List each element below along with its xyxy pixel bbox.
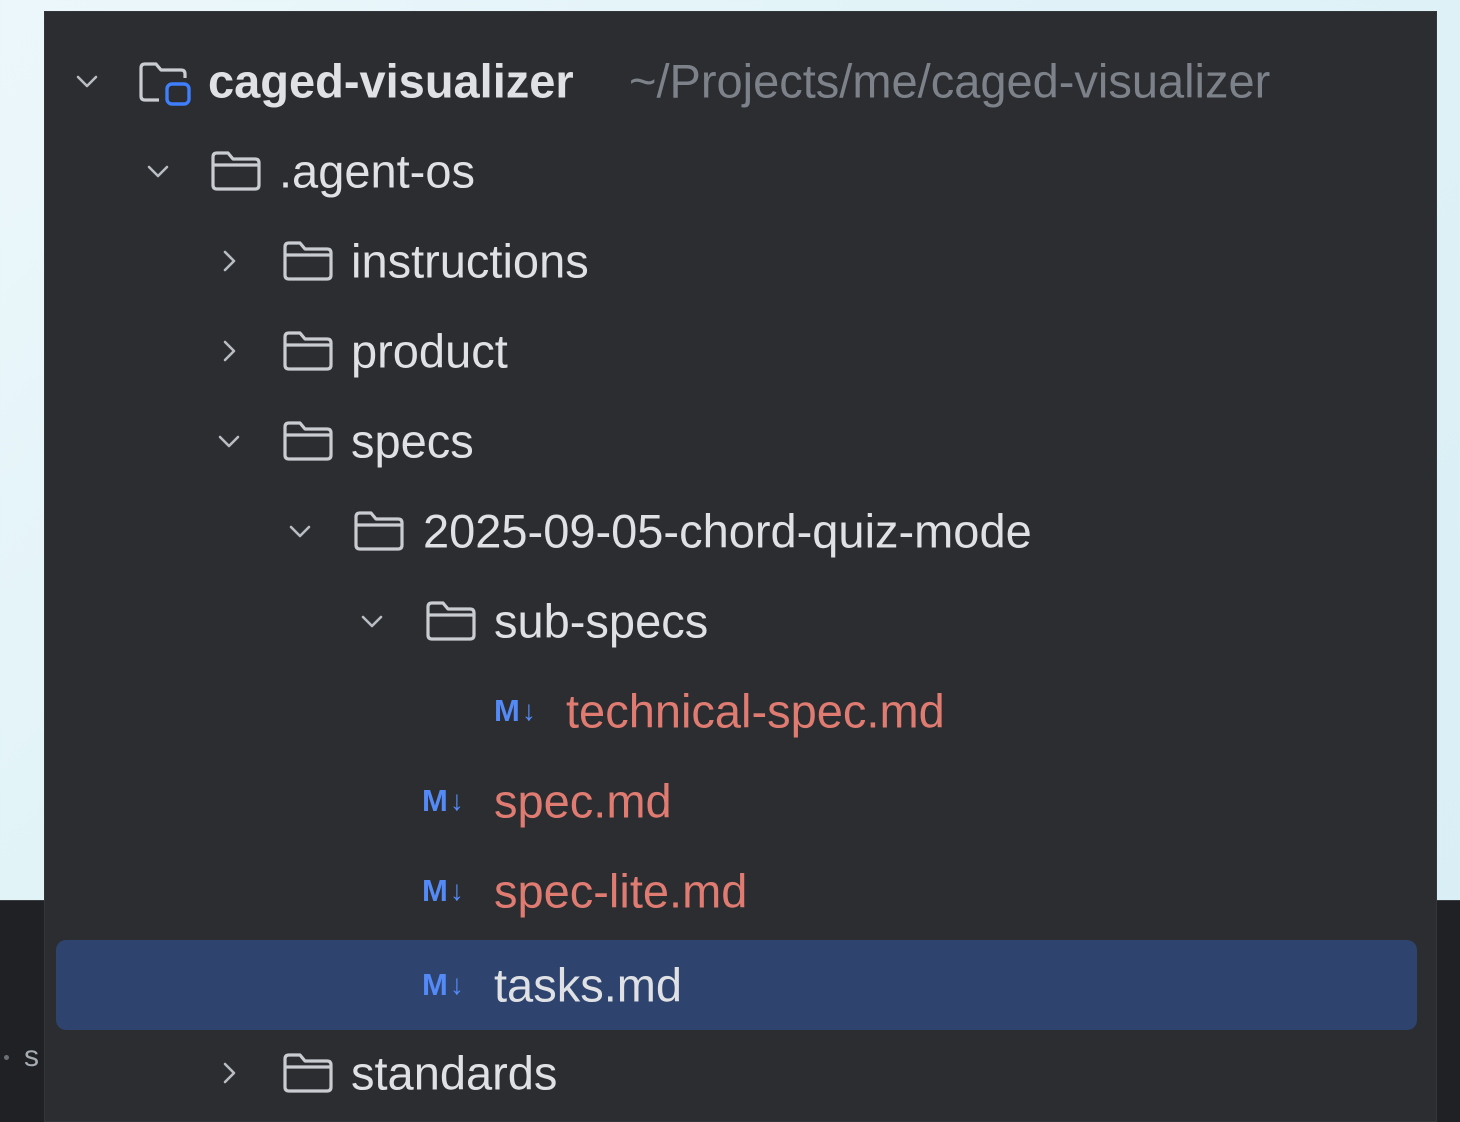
tree-item-label: .agent-os [279, 144, 475, 198]
markdown-file-icon: M ↓ [494, 691, 537, 731]
root-project-path: ~/Projects/me/caged-visualizer [629, 54, 1271, 108]
markdown-file-icon: M ↓ [422, 965, 465, 1005]
tree-item-label: instructions [351, 234, 589, 288]
markdown-icon-arrow: ↓ [521, 695, 537, 726]
background-partial-label: s [24, 1040, 39, 1073]
tree-item-label: technical-spec.md [566, 684, 945, 738]
markdown-file-icon: M ↓ [422, 871, 465, 911]
chevron-down-icon[interactable] [358, 607, 386, 635]
tree-item-label: product [351, 324, 508, 378]
background-dot [4, 1055, 9, 1060]
tree-item-agent-os[interactable]: .agent-os [45, 126, 1436, 216]
tree-item-spec[interactable]: M ↓ spec.md [45, 756, 1436, 846]
folder-icon [423, 598, 479, 644]
chevron-down-icon[interactable] [73, 67, 101, 95]
project-tree-panel: caged-visualizer ~/Projects/me/caged-vis… [45, 12, 1436, 1121]
tree-item-product[interactable]: product [45, 306, 1436, 396]
tree-item-label: specs [351, 414, 474, 468]
chevron-down-icon[interactable] [286, 517, 314, 545]
markdown-file-icon: M ↓ [422, 781, 465, 821]
chevron-down-icon[interactable] [215, 427, 243, 455]
markdown-icon-arrow: ↓ [449, 875, 465, 906]
markdown-icon-arrow: ↓ [449, 785, 465, 816]
markdown-icon-letter: M [422, 967, 449, 1002]
tree-item-sub-specs[interactable]: sub-specs [45, 576, 1436, 666]
folder-icon [208, 148, 264, 194]
tree-item-tasks-selected[interactable]: M ↓ tasks.md [56, 940, 1417, 1030]
module-folder-icon [137, 58, 193, 106]
markdown-icon-arrow: ↓ [449, 969, 465, 1000]
folder-icon [351, 508, 407, 554]
tree-item-label: tasks.md [494, 958, 683, 1012]
tree-item-chord-quiz-mode[interactable]: 2025-09-05-chord-quiz-mode [45, 486, 1436, 576]
tree-item-spec-lite[interactable]: M ↓ spec-lite.md [45, 846, 1436, 936]
tree-item-label: sub-specs [494, 594, 709, 648]
tree-item-technical-spec[interactable]: M ↓ technical-spec.md [45, 666, 1436, 756]
folder-icon [280, 328, 336, 374]
markdown-icon-letter: M [422, 873, 449, 908]
tree-item-instructions[interactable]: instructions [45, 216, 1436, 306]
tree-item-specs[interactable]: specs [45, 396, 1436, 486]
chevron-down-icon[interactable] [144, 157, 172, 185]
chevron-right-icon[interactable] [215, 1059, 243, 1087]
chevron-right-icon[interactable] [215, 337, 243, 365]
tree-item-standards[interactable]: standards [45, 1028, 1436, 1118]
tree-root-item[interactable]: caged-visualizer ~/Projects/me/caged-vis… [45, 36, 1436, 126]
folder-icon [280, 238, 336, 284]
tree-item-label: standards [351, 1046, 558, 1100]
folder-icon [280, 1050, 336, 1096]
root-project-name: caged-visualizer [208, 54, 574, 108]
tree-item-label: spec.md [494, 774, 672, 828]
tree-item-label: spec-lite.md [494, 864, 748, 918]
chevron-right-icon[interactable] [215, 247, 243, 275]
folder-icon [280, 418, 336, 464]
tree-item-label: 2025-09-05-chord-quiz-mode [423, 504, 1032, 558]
markdown-icon-letter: M [494, 693, 521, 728]
markdown-icon-letter: M [422, 783, 449, 818]
